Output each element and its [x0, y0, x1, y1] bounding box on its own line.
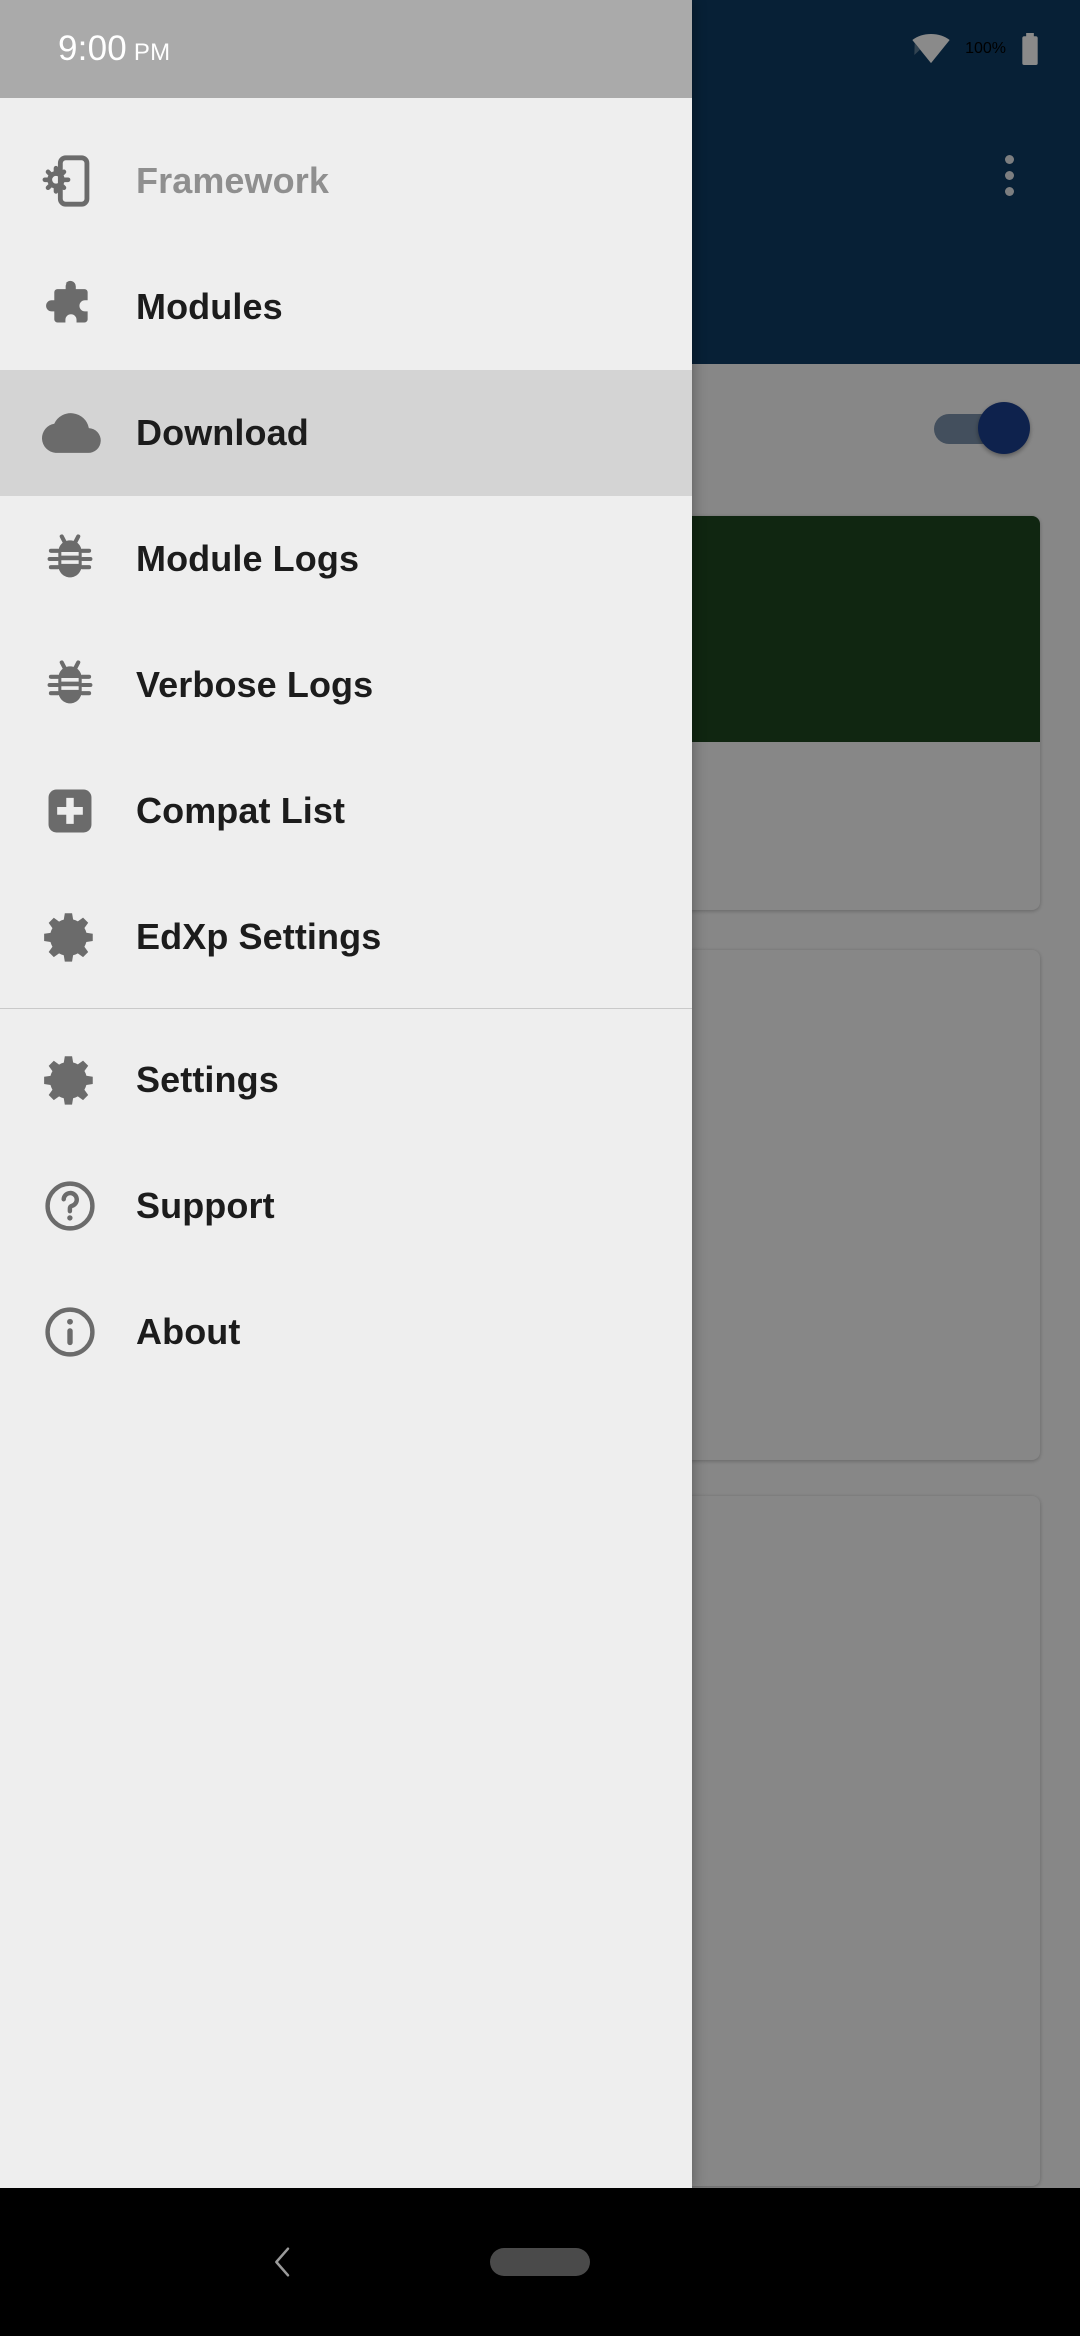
clock: 9:00 PM	[58, 29, 170, 69]
bug-icon	[38, 527, 102, 591]
sidebar-item-label: Verbose Logs	[136, 664, 374, 705]
sidebar-item-module-logs[interactable]: Module Logs	[0, 496, 692, 622]
sidebar-item-label: Settings	[136, 1059, 279, 1100]
sidebar-item-label: EdXp Settings	[136, 916, 382, 957]
sidebar-item-label: Download	[136, 412, 309, 453]
sidebar-item-edxp-settings[interactable]: EdXp Settings	[0, 874, 692, 1000]
clock-time: 9:00	[58, 29, 127, 68]
sidebar-item-label: Support	[136, 1185, 275, 1226]
screen-root: 100% .4.5.1_beta(4463) e.	[0, 0, 1080, 2336]
sidebar-item-label: Compat List	[136, 790, 346, 831]
info-circle-icon	[38, 1300, 102, 1364]
sidebar-item-framework[interactable]: Framework	[0, 118, 692, 244]
home-pill-icon[interactable]	[490, 2248, 590, 2276]
drawer-status-bar: 9:00 PM	[0, 0, 692, 98]
sidebar-item-label: Modules	[136, 286, 283, 327]
help-circle-icon	[38, 1174, 102, 1238]
system-navigation-bar	[0, 2188, 1080, 2336]
bug-icon	[38, 653, 102, 717]
sidebar-item-modules[interactable]: Modules	[0, 244, 692, 370]
sidebar-item-support[interactable]: Support	[0, 1143, 692, 1269]
clock-ampm: PM	[133, 39, 171, 66]
chevron-left-icon[interactable]	[260, 2239, 306, 2285]
sidebar-item-label: Module Logs	[136, 538, 360, 579]
sidebar-item-settings[interactable]: Settings	[0, 1017, 692, 1143]
sidebar-item-download[interactable]: Download	[0, 370, 692, 496]
sidebar-item-about[interactable]: About	[0, 1269, 692, 1395]
drawer-top-spacer	[0, 98, 692, 118]
navigation-drawer: 9:00 PM Framework Modules Download Modul…	[0, 0, 692, 2188]
puzzle-icon	[38, 275, 102, 339]
gear-icon	[38, 905, 102, 969]
cloud-icon	[38, 401, 102, 465]
gear-icon	[38, 1048, 102, 1112]
phone-settings-icon	[38, 149, 102, 213]
plus-box-icon	[38, 779, 102, 843]
sidebar-item-label: Framework	[136, 160, 329, 201]
sidebar-item-label: About	[136, 1311, 241, 1352]
sidebar-item-compat-list[interactable]: Compat List	[0, 748, 692, 874]
drawer-divider	[0, 1008, 692, 1009]
sidebar-item-verbose-logs[interactable]: Verbose Logs	[0, 622, 692, 748]
